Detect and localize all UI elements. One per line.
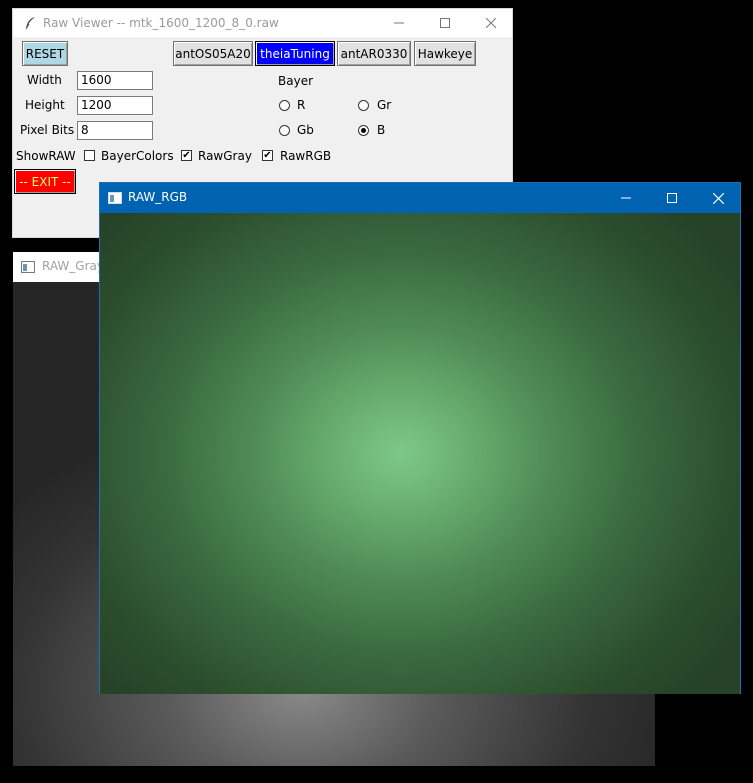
- bayer-gb-label[interactable]: Gb: [297, 123, 314, 137]
- exit-button[interactable]: -- EXIT --: [14, 169, 76, 194]
- raw-rgb-image: [100, 213, 740, 694]
- maximize-button[interactable]: [422, 9, 468, 37]
- minimize-icon: [621, 197, 631, 199]
- preset-antar0330-button[interactable]: antAR0330: [337, 41, 411, 66]
- close-button[interactable]: [695, 183, 741, 213]
- show-raw-label: ShowRAW: [16, 149, 76, 163]
- feather-icon: [25, 17, 35, 30]
- raw-rgb-window: RAW_RGB: [99, 182, 741, 694]
- rawgray-label[interactable]: RawGray: [198, 149, 252, 163]
- bayercolors-checkbox[interactable]: [84, 150, 95, 161]
- bayer-gr-radio[interactable]: [358, 100, 369, 111]
- bayer-label: Bayer: [278, 74, 314, 88]
- rawrgb-checkbox[interactable]: ✔: [262, 150, 273, 161]
- reset-button[interactable]: RESET: [22, 41, 68, 66]
- window-title: Raw Viewer -- mtk_1600_1200_8_0.raw: [43, 16, 279, 30]
- preset-theiatuning-button[interactable]: theiaTuning: [255, 41, 335, 66]
- maximize-button[interactable]: [649, 183, 695, 213]
- pixel-bits-field[interactable]: 8: [77, 121, 153, 140]
- raw-rgb-titlebar[interactable]: RAW_RGB: [100, 183, 740, 213]
- bayer-r-radio[interactable]: [279, 100, 290, 111]
- rawrgb-label[interactable]: RawRGB: [280, 149, 331, 163]
- maximize-icon: [667, 193, 677, 203]
- pixel-bits-label: Pixel Bits: [20, 123, 75, 137]
- preset-hawkeye-button[interactable]: Hawkeye: [414, 41, 476, 66]
- preset-antos05a20-button[interactable]: antOS05A20: [173, 41, 253, 66]
- bayer-gb-radio[interactable]: [279, 125, 290, 136]
- close-icon: [712, 192, 724, 204]
- bayer-r-label[interactable]: R: [297, 98, 305, 112]
- rawgray-checkbox[interactable]: ✔: [181, 150, 192, 161]
- bayer-b-radio[interactable]: [358, 125, 369, 136]
- raw-rgb-title: RAW_RGB: [128, 190, 188, 204]
- window-icon: [108, 192, 122, 204]
- bayer-gr-label[interactable]: Gr: [377, 98, 391, 112]
- bayer-b-label[interactable]: B: [377, 123, 385, 137]
- raw-viewer-titlebar[interactable]: Raw Viewer -- mtk_1600_1200_8_0.raw: [13, 9, 512, 37]
- maximize-icon: [440, 18, 450, 28]
- raw-gray-title: RAW_Gray: [42, 259, 104, 273]
- height-field[interactable]: 1200: [77, 96, 153, 115]
- minimize-icon: [394, 22, 404, 24]
- height-label: Height: [25, 98, 65, 112]
- minimize-button[interactable]: [603, 183, 649, 213]
- width-field[interactable]: 1600: [77, 71, 153, 90]
- minimize-button[interactable]: [376, 9, 422, 37]
- bayercolors-label[interactable]: BayerColors: [101, 149, 174, 163]
- close-button[interactable]: [468, 9, 514, 37]
- width-label: Width: [27, 73, 62, 87]
- close-icon: [486, 18, 496, 28]
- window-icon: [21, 261, 35, 273]
